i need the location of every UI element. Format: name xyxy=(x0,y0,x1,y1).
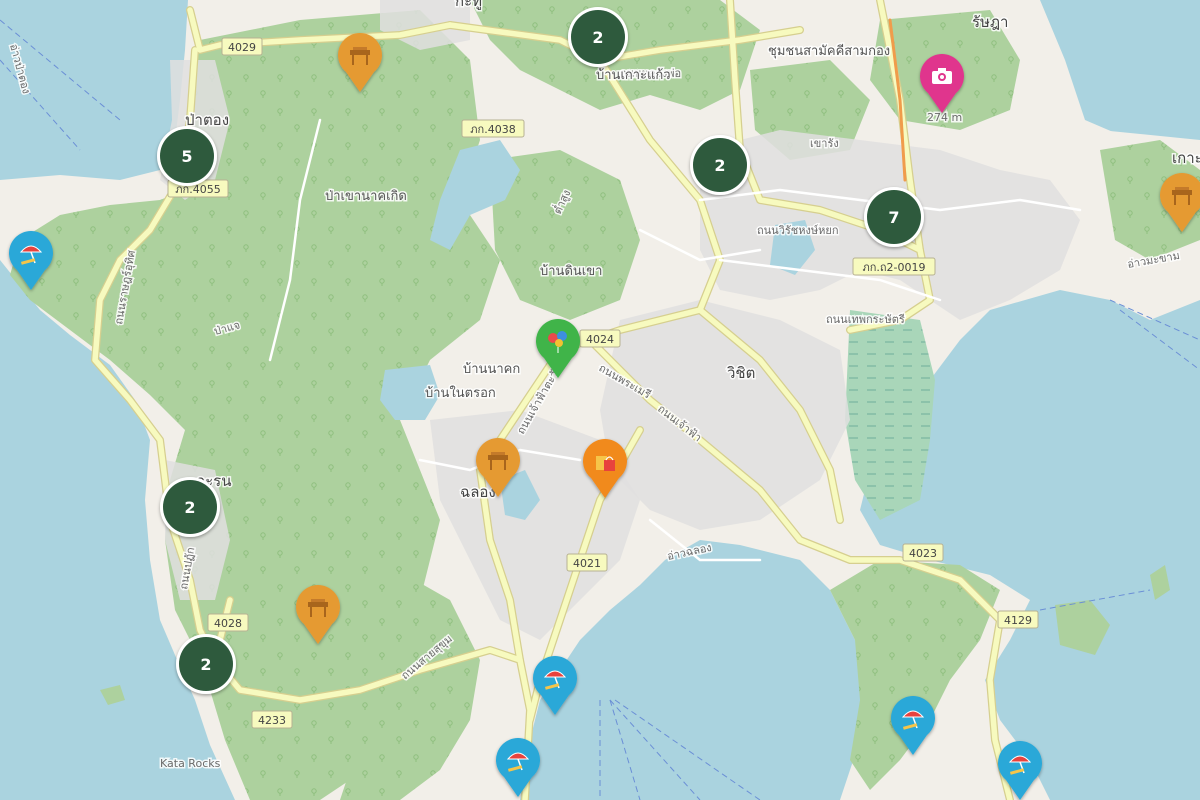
shield-4024: 4024 xyxy=(579,329,621,348)
place-wichit: วิชิต xyxy=(726,364,755,382)
place-ban-nai-trok: บ้านในตรอก xyxy=(425,385,496,401)
cluster-samkong[interactable]: 2 xyxy=(690,135,750,195)
cluster-count: 5 xyxy=(181,147,192,166)
svg-text:ถนนวิรัชหงษ์หยก: ถนนวิรัชหงษ์หยก xyxy=(757,224,838,237)
svg-text:4023: 4023 xyxy=(909,547,937,560)
shield-4028: 4028 xyxy=(207,613,249,632)
viewpoint-altitude: 274 m xyxy=(927,111,962,124)
place-ban-na-kok: บ้านนาคก xyxy=(463,362,520,377)
shield-4023: 4023 xyxy=(902,543,944,562)
place-kata-rocks: Kata Rocks xyxy=(160,757,221,770)
svg-text:ภก.ถ2-0019: ภก.ถ2-0019 xyxy=(862,261,925,274)
place-khao-rang: เขารัง xyxy=(810,137,839,150)
place-ban-din-khao: บ้านดินเขา xyxy=(540,264,602,279)
svg-text:ถนนเทพกระษัตรี: ถนนเทพกระษัตรี xyxy=(826,313,905,326)
map-canvas[interactable]: 4029 ภก.4038 ภก.4055 4024 4021 4028 4233… xyxy=(0,0,1200,800)
place-ko: เกาะ xyxy=(1172,149,1200,167)
shield-2-0019: ภก.ถ2-0019 xyxy=(852,257,936,276)
svg-text:4021: 4021 xyxy=(573,557,601,570)
cluster-count: 7 xyxy=(888,208,899,227)
place-patong: ป่าตอง xyxy=(185,111,229,129)
shopping-bags-icon xyxy=(596,456,615,471)
svg-text:ภก.4038: ภก.4038 xyxy=(470,123,515,136)
shield-4038: ภก.4038 xyxy=(461,119,525,138)
cluster-karon[interactable]: 2 xyxy=(160,477,220,537)
shield-4029: 4029 xyxy=(221,37,263,56)
cluster-phuket-town[interactable]: 7 xyxy=(864,187,924,247)
place-pa-nanak: ป่าเขานาคเกิด xyxy=(325,189,407,204)
svg-text:4028: 4028 xyxy=(214,617,242,630)
cluster-ban-koh-kaew[interactable]: 2 xyxy=(568,7,628,67)
cluster-patong[interactable]: 5 xyxy=(157,126,217,186)
shield-4021: 4021 xyxy=(566,553,608,572)
place-rassada: รัษฎา xyxy=(972,13,1008,31)
place-ban-koh-kaew: บ้านเกาะแก้ว xyxy=(596,68,671,83)
shield-4233: 4233 xyxy=(251,710,293,729)
cluster-count: 2 xyxy=(592,28,603,47)
shield-4129: 4129 xyxy=(997,610,1039,629)
place-samkong-1: ชุมชนสามัคคีสามกอง xyxy=(768,43,890,59)
svg-text:4233: 4233 xyxy=(258,714,286,727)
cluster-count: 2 xyxy=(200,655,211,674)
cluster-count: 2 xyxy=(714,156,725,175)
place-kathu: กะทู้ xyxy=(455,0,482,10)
svg-text:4129: 4129 xyxy=(1004,614,1032,627)
svg-text:4029: 4029 xyxy=(228,41,256,54)
cluster-count: 2 xyxy=(184,498,195,517)
cluster-kata[interactable]: 2 xyxy=(176,634,236,694)
svg-text:4024: 4024 xyxy=(586,333,614,346)
